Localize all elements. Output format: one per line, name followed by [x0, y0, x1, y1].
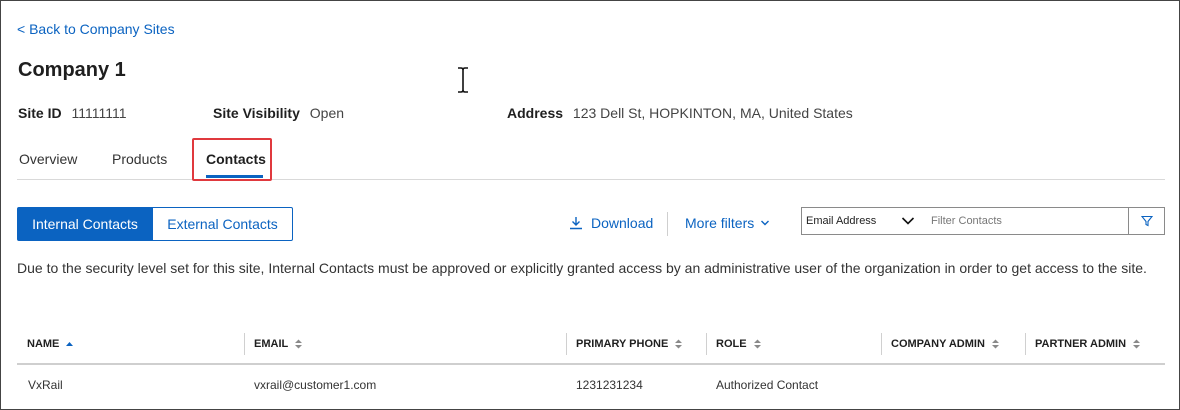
column-header-role[interactable]: ROLE	[706, 329, 762, 359]
column-header-label: PARTNER ADMIN	[1035, 338, 1127, 350]
contacts-tab-highlight	[192, 138, 272, 181]
column-separator	[566, 333, 567, 355]
filter-button[interactable]	[1128, 207, 1165, 235]
column-header-label: EMAIL	[254, 338, 289, 350]
external-contacts-button[interactable]: External Contacts	[153, 207, 293, 241]
column-header-partner-admin[interactable]: PARTNER ADMIN	[1025, 329, 1141, 359]
table-header: NAME EMAIL PRIMARY PHONE ROLE COMPANY AD…	[17, 329, 1165, 365]
back-to-company-sites-link[interactable]: < Back to Company Sites	[17, 21, 175, 37]
cell-name: VxRail	[28, 378, 63, 392]
address-field: Address 123 Dell St, HOPKINTON, MA, Unit…	[507, 105, 853, 121]
download-icon	[570, 217, 582, 230]
sort-icon	[753, 339, 761, 349]
column-separator	[1025, 333, 1026, 355]
column-header-label: COMPANY ADMIN	[891, 338, 985, 350]
sort-icon	[1133, 339, 1141, 349]
sort-icon	[991, 339, 999, 349]
column-separator	[881, 333, 882, 355]
site-visibility-label: Site Visibility	[213, 105, 300, 121]
filter-contacts-input[interactable]	[921, 207, 1129, 235]
page-frame: < Back to Company Sites Company 1 Site I…	[0, 0, 1180, 410]
column-header-primary-phone[interactable]: PRIMARY PHONE	[566, 329, 683, 359]
column-header-label: ROLE	[716, 338, 747, 350]
site-id-label: Site ID	[18, 105, 62, 121]
column-header-label: PRIMARY PHONE	[576, 338, 669, 350]
site-visibility-field: Site Visibility Open	[213, 105, 344, 121]
column-header-name[interactable]: NAME	[27, 329, 74, 359]
contacts-type-toggle: Internal Contacts External Contacts	[17, 207, 293, 241]
column-header-label: NAME	[27, 338, 60, 350]
download-button[interactable]: Download	[569, 215, 653, 231]
column-header-email[interactable]: EMAIL	[244, 329, 303, 359]
chevron-down-icon	[901, 217, 915, 225]
internal-contacts-button[interactable]: Internal Contacts	[17, 207, 153, 241]
filter-funnel-icon	[1140, 215, 1153, 227]
chevron-down-icon	[761, 220, 770, 226]
toolbar-divider	[667, 212, 668, 236]
cell-role: Authorized Contact	[716, 378, 819, 392]
column-header-company-admin[interactable]: COMPANY ADMIN	[881, 329, 1000, 359]
download-label: Download	[591, 215, 654, 231]
tab-products[interactable]: Products	[112, 151, 167, 167]
site-id-value: 11111111	[71, 105, 127, 121]
tab-overview[interactable]: Overview	[19, 151, 77, 167]
sort-ascending-icon	[66, 342, 74, 346]
site-id-field: Site ID 11111111	[18, 105, 126, 121]
cell-email: vxrail@customer1.com	[254, 378, 377, 392]
cell-primary-phone: 1231231234	[576, 378, 643, 392]
table-row[interactable]: VxRail vxrail@customer1.com 1231231234 A…	[17, 369, 1165, 403]
sort-icon	[675, 339, 683, 349]
filter-field-value: Email Address	[806, 215, 877, 227]
page-title: Company 1	[18, 59, 126, 81]
sort-icon	[295, 339, 303, 349]
more-filters-button[interactable]: More filters	[685, 215, 770, 231]
more-filters-label: More filters	[685, 215, 755, 231]
filter-field-select[interactable]: Email Address	[801, 207, 922, 235]
column-separator	[244, 333, 245, 355]
address-value: 123 Dell St, HOPKINTON, MA, United State…	[572, 105, 853, 121]
column-separator	[706, 333, 707, 355]
security-notice: Due to the security level set for this s…	[17, 260, 1147, 276]
address-label: Address	[507, 105, 564, 121]
text-cursor-icon	[458, 67, 468, 93]
site-visibility-value: Open	[309, 105, 345, 121]
tab-bar: Overview Products Contacts	[17, 138, 1165, 181]
